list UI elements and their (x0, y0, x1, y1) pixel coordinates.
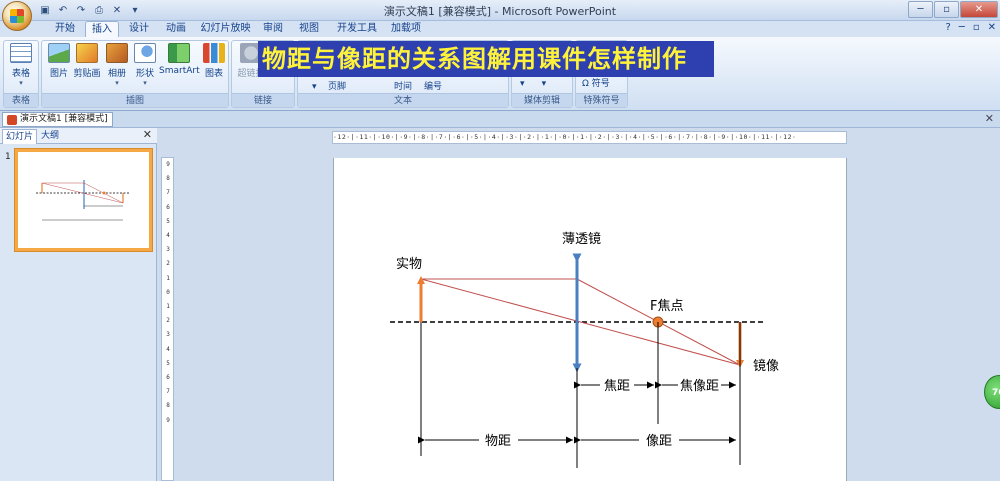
tab-outline[interactable]: 大纲 (38, 129, 62, 144)
header-footer-button[interactable]: ▾ 页脚 (312, 79, 346, 92)
vertical-ruler-tick: 8 (166, 175, 170, 183)
picture-icon (48, 43, 70, 63)
picture-button[interactable]: 图片 (44, 43, 74, 79)
vertical-ruler: 9 8 7 6 5 4 3 2 1 0 1 2 3 4 5 6 7 8 9 (161, 157, 174, 481)
focus-label: F焦点 (650, 299, 683, 314)
table-icon (10, 43, 32, 63)
focal-length-label: 焦距 (604, 379, 630, 394)
thumbnail-diagram (36, 180, 130, 221)
minimize-button[interactable]: ─ (908, 1, 933, 18)
help-icon[interactable]: ? (945, 22, 950, 33)
table-button[interactable]: 表格 ▾ (6, 43, 36, 87)
chart-button[interactable]: 图表 (199, 43, 229, 79)
vertical-ruler-ticks: 9 8 7 6 5 4 3 2 1 0 1 2 3 4 5 6 7 8 9 (163, 158, 173, 428)
vertical-ruler-tick: 2 (166, 260, 170, 268)
tab-addins[interactable]: 加载项 (388, 21, 424, 37)
window-title: 演示文稿1 [兼容模式] - Microsoft PowerPoint (383, 5, 617, 18)
vertical-ruler-tick: 5 (166, 217, 170, 225)
tab-animation[interactable]: 动画 (160, 21, 192, 37)
vertical-ruler-tick: 8 (166, 402, 170, 410)
album-button[interactable]: 相册 ▾ (102, 43, 132, 87)
zoom-badge[interactable]: 76 (984, 375, 1000, 409)
slides-pane: 幻灯片 大纲 ✕ 1 (0, 128, 157, 481)
tab-insert[interactable]: 插入 (85, 21, 119, 37)
title-bar: ▣ ↶ ↷ ⎙ ✕ ▾ 演示文稿1 [兼容模式] - Microsoft Pow… (0, 0, 1000, 31)
shapes-icon (134, 43, 156, 63)
group-table: 表格 ▾ 表格 (3, 40, 39, 108)
tab-home[interactable]: 开始 (50, 21, 80, 37)
vertical-ruler-tick: 1 (166, 274, 170, 282)
tab-slides[interactable]: 幻灯片 (2, 129, 38, 144)
vertical-ruler-tick: 3 (166, 331, 170, 339)
ribbon-close-icon[interactable]: ✕ (988, 22, 996, 33)
focus-image-label: 焦像距 (680, 379, 719, 394)
tab-developer[interactable]: 开发工具 (334, 21, 380, 37)
shapes-button[interactable]: 形状 ▾ (130, 43, 160, 87)
vertical-ruler-tick: 9 (166, 416, 170, 424)
slide-number: 1 (5, 152, 11, 162)
vertical-ruler-tick: 4 (166, 345, 170, 353)
chart-icon (203, 43, 225, 63)
office-button[interactable] (2, 1, 32, 31)
group-label-table: 表格 (4, 93, 38, 107)
group-label-links: 链接 (232, 93, 294, 107)
slide-number-button[interactable]: 编号 (424, 79, 442, 92)
pane-tabs: 幻灯片 大纲 ✕ (0, 128, 157, 144)
group-label-illustrations: 插图 (42, 93, 228, 107)
tab-design[interactable]: 设计 (124, 21, 154, 37)
vertical-ruler-tick: 2 (166, 317, 170, 325)
tab-review[interactable]: 审阅 (258, 21, 288, 37)
lens-diagram: 焦距 焦像距 物距 像距 薄透镜 实物 F焦点 镜像 (390, 232, 779, 468)
vertical-ruler-tick: 6 (166, 374, 170, 382)
tab-view[interactable]: 视图 (294, 21, 324, 37)
smartart-icon (168, 43, 190, 63)
ribbon-tabs: 开始 插入 设计 动画 幻灯片放映 审阅 视图 开发工具 加载项 ? ─ ▫ ✕ (0, 21, 1000, 37)
ribbon-minimize-icon[interactable]: ─ (959, 22, 965, 33)
clipart-button[interactable]: 剪贴画 (72, 43, 102, 79)
vertical-ruler-tick: 5 (166, 359, 170, 367)
vertical-ruler-tick: 9 (166, 161, 170, 168)
slide-canvas[interactable]: 焦距 焦像距 物距 像距 薄透镜 实物 F焦点 镜像 (333, 158, 847, 481)
media-dropdown[interactable]: ▾ ▾ (520, 79, 546, 89)
object-label: 实物 (396, 257, 422, 272)
vertical-ruler-tick: 0 (166, 288, 170, 296)
vertical-ruler-tick: 3 (166, 246, 170, 254)
vertical-ruler-tick: 4 (166, 232, 170, 240)
vertical-ruler-tick: 6 (166, 203, 170, 211)
office-logo-icon (10, 9, 24, 23)
group-label-media: 媒体剪辑 (512, 93, 572, 107)
document-tab[interactable]: 演示文稿1 [兼容模式] (2, 112, 113, 127)
clipart-icon (76, 43, 98, 63)
image-label: 镜像 (753, 359, 779, 374)
slide-thumbnail[interactable] (15, 149, 152, 251)
lens-label: 薄透镜 (562, 232, 601, 247)
group-label-text: 文本 (298, 93, 508, 107)
pane-close-icon[interactable]: ✕ (143, 128, 152, 141)
datetime-button[interactable]: 时间 (394, 79, 412, 92)
tab-slideshow[interactable]: 幻灯片放映 (198, 21, 253, 37)
ribbon-restore-icon[interactable]: ▫ (973, 22, 980, 33)
image-distance-label: 像距 (646, 434, 672, 449)
smartart-button[interactable]: SmartArt (159, 43, 200, 76)
object-distance-label: 物距 (485, 434, 511, 449)
vertical-ruler-tick: 7 (166, 388, 170, 396)
group-illustrations: 图片 剪贴画 相册 ▾ 形状 ▾ SmartArt 图表 插图 (41, 40, 229, 108)
slide-editor: ·12·|·11·|·10·|·9·|·8·|·7·|·6·|·5·|·4·|·… (158, 128, 1000, 481)
vertical-ruler-tick: 7 (166, 189, 170, 197)
album-icon (106, 43, 128, 63)
document-tab-bar: 演示文稿1 [兼容模式] ✕ (0, 111, 1000, 128)
symbol-button[interactable]: Ω 符号 (582, 76, 610, 89)
restore-button[interactable]: ▫ (934, 1, 959, 18)
close-button[interactable]: ✕ (960, 1, 998, 18)
group-label-symbols: 特殊符号 (576, 93, 627, 107)
title-banner: 物距与像距的关系图解用课件怎样制作 (258, 41, 714, 77)
powerpoint-doc-icon (7, 114, 17, 125)
horizontal-ruler: ·12·|·11·|·10·|·9·|·8·|·7·|·6·|·5·|·4·|·… (332, 131, 847, 144)
vertical-ruler-tick: 1 (166, 303, 170, 311)
ribbon-right-controls: ? ─ ▫ ✕ (945, 22, 996, 33)
window-controls: ─ ▫ ✕ (908, 1, 998, 18)
document-close-icon[interactable]: ✕ (985, 112, 994, 125)
ray-through-center (420, 278, 741, 366)
